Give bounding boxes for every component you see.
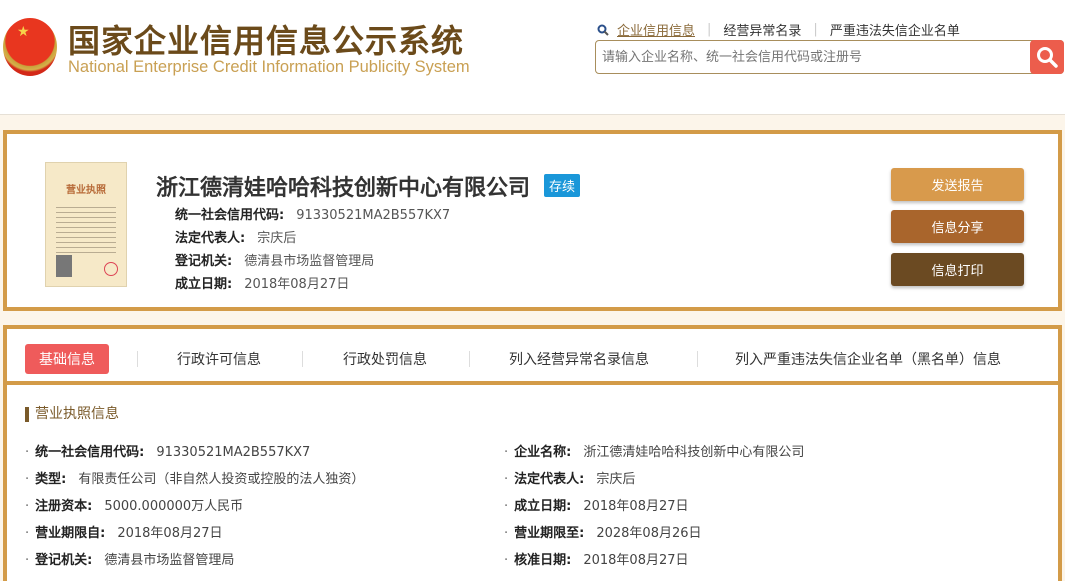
value: 2018年08月27日 bbox=[583, 553, 689, 568]
info-row: 成立日期: 2018年08月27日 bbox=[504, 495, 689, 514]
company-name-heading: 浙江德清娃哈哈科技创新中心有限公司 存续 bbox=[156, 170, 581, 202]
field-legal-rep: 法定代表人: 宗庆后 bbox=[175, 227, 296, 246]
share-info-button[interactable]: 信息分享 bbox=[891, 210, 1024, 243]
label: 营业期限自: bbox=[35, 526, 106, 541]
divider bbox=[137, 351, 138, 367]
search-box bbox=[595, 40, 1064, 74]
search-button[interactable] bbox=[1030, 40, 1064, 74]
value: 2028年08月26日 bbox=[596, 526, 702, 541]
value: 2018年08月27日 bbox=[583, 499, 689, 514]
label: 营业期限至: bbox=[514, 526, 585, 541]
site-header: ★ 国家企业信用信息公示系统 National Enterprise Credi… bbox=[0, 0, 1065, 115]
search-icon bbox=[597, 24, 609, 36]
section-title: 营业执照信息 bbox=[25, 407, 119, 422]
label: 统一社会信用代码: bbox=[175, 208, 285, 223]
label: 登记机关: bbox=[175, 254, 233, 269]
label: 法定代表人: bbox=[175, 231, 246, 246]
divider bbox=[302, 351, 303, 367]
label: 成立日期: bbox=[514, 499, 572, 514]
value: 2018年08月27日 bbox=[244, 277, 350, 292]
label: 成立日期: bbox=[175, 277, 233, 292]
info-row: 法定代表人: 宗庆后 bbox=[504, 468, 635, 487]
search-icon bbox=[1037, 47, 1058, 68]
send-report-button[interactable]: 发送报告 bbox=[891, 168, 1024, 201]
national-emblem-logo: ★ bbox=[3, 18, 57, 76]
tab-blacklist[interactable]: 列入严重违法失信企业名单（黑名单）信息 bbox=[735, 349, 1001, 369]
field-founded: 成立日期: 2018年08月27日 bbox=[175, 273, 349, 292]
license-text bbox=[56, 203, 116, 253]
nav-blacklist[interactable]: 严重违法失信企业名单 bbox=[830, 20, 960, 39]
value: 宗庆后 bbox=[257, 231, 297, 246]
site-subtitle: National Enterprise Credit Information P… bbox=[68, 58, 470, 76]
company-name: 浙江德清娃哈哈科技创新中心有限公司 bbox=[156, 176, 531, 201]
info-row: 核准日期: 2018年08月27日 bbox=[504, 549, 689, 568]
search-type-nav: 企业信用信息 | 经营异常名录 | 严重违法失信企业名单 bbox=[597, 20, 960, 39]
seal bbox=[104, 262, 118, 276]
info-row: 营业期限自: 2018年08月27日 bbox=[25, 522, 223, 541]
nav-abnormal-list[interactable]: 经营异常名录 bbox=[723, 20, 801, 39]
value: 91330521MA2B557KX7 bbox=[296, 208, 451, 223]
label: 统一社会信用代码: bbox=[35, 445, 145, 460]
divider bbox=[469, 351, 470, 367]
business-license-image[interactable]: 营业执照 bbox=[45, 162, 127, 287]
search-input[interactable] bbox=[596, 41, 1016, 73]
tab-admin-license[interactable]: 行政许可信息 bbox=[177, 349, 261, 369]
value: 浙江德清娃哈哈科技创新中心有限公司 bbox=[583, 445, 805, 460]
label: 类型: bbox=[35, 472, 67, 487]
company-card: 营业执照 浙江德清娃哈哈科技创新中心有限公司 存续 统一社会信用代码: 913305… bbox=[3, 130, 1062, 311]
value: 5000.000000万人民币 bbox=[104, 499, 244, 514]
info-row: 企业名称: 浙江德清娃哈哈科技创新中心有限公司 bbox=[504, 441, 804, 460]
label: 企业名称: bbox=[514, 445, 572, 460]
nav-enterprise-credit[interactable]: 企业信用信息 bbox=[617, 20, 695, 39]
site-title: 国家企业信用信息公示系统 bbox=[68, 22, 465, 60]
tab-bar: 基础信息 行政许可信息 行政处罚信息 列入经营异常名录信息 列入严重违法失信企业… bbox=[3, 325, 1062, 385]
divider: | bbox=[707, 22, 712, 37]
value: 宗庆后 bbox=[596, 472, 636, 487]
print-info-button[interactable]: 信息打印 bbox=[891, 253, 1024, 286]
info-row: 注册资本: 5000.000000万人民币 bbox=[25, 495, 243, 514]
field-authority: 登记机关: 德清县市场监督管理局 bbox=[175, 250, 374, 269]
license-info-panel: 营业执照信息 统一社会信用代码: 91330521MA2B557KX7 类型: 有限… bbox=[3, 381, 1062, 581]
label: 核准日期: bbox=[514, 553, 572, 568]
tab-abnormal-list[interactable]: 列入经营异常名录信息 bbox=[509, 349, 649, 369]
label: 注册资本: bbox=[35, 499, 93, 514]
label: 法定代表人: bbox=[514, 472, 585, 487]
value: 德清县市场监督管理局 bbox=[244, 254, 375, 269]
divider bbox=[697, 351, 698, 367]
info-row: 营业期限至: 2028年08月26日 bbox=[504, 522, 702, 541]
value: 91330521MA2B557KX7 bbox=[156, 445, 311, 460]
info-row: 统一社会信用代码: 91330521MA2B557KX7 bbox=[25, 441, 310, 460]
status-badge: 存续 bbox=[544, 174, 581, 197]
value: 2018年08月27日 bbox=[117, 526, 223, 541]
value: 有限责任公司（非自然人投资或控股的法人独资） bbox=[78, 472, 365, 487]
tab-admin-penalty[interactable]: 行政处罚信息 bbox=[343, 349, 427, 369]
label: 登记机关: bbox=[35, 553, 93, 568]
divider: | bbox=[813, 22, 818, 37]
tab-basic-info[interactable]: 基础信息 bbox=[25, 344, 109, 374]
info-row: 类型: 有限责任公司（非自然人投资或控股的法人独资） bbox=[25, 468, 364, 487]
license-title: 营业执照 bbox=[66, 185, 106, 196]
value: 德清县市场监督管理局 bbox=[104, 553, 235, 568]
qr-code bbox=[56, 255, 72, 277]
info-row: 登记机关: 德清县市场监督管理局 bbox=[25, 549, 234, 568]
field-credit-code: 统一社会信用代码: 91330521MA2B557KX7 bbox=[175, 204, 450, 223]
